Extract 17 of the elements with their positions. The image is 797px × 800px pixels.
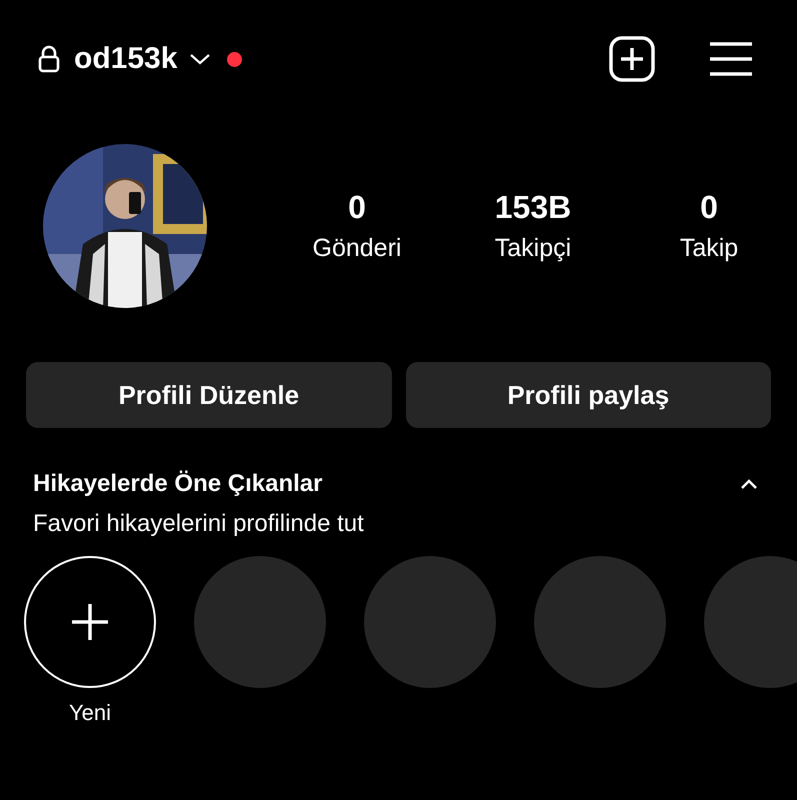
plus-icon xyxy=(70,602,110,642)
stat-label: Gönderi xyxy=(312,234,402,263)
chevron-down-icon[interactable] xyxy=(189,52,212,66)
stat-count: 0 xyxy=(348,189,366,226)
highlight-label: Yeni xyxy=(68,700,111,726)
stat-count: 0 xyxy=(700,189,718,226)
highlights-subtitle: Favori hikayelerini profilinde tut xyxy=(32,509,365,538)
username[interactable]: od153k xyxy=(74,42,178,76)
highlights-title: Hikayelerde Öne Çıkanlar xyxy=(33,470,322,498)
add-icon[interactable] xyxy=(609,36,655,82)
menu-icon[interactable] xyxy=(710,41,752,77)
stat-label: Takipçi xyxy=(494,234,572,263)
profile-button[interactable]: Profili Düzenle xyxy=(26,362,392,428)
caret-icon[interactable] xyxy=(739,478,759,490)
profile-button[interactable]: Profili paylaş xyxy=(406,362,771,428)
stat-count: 153B xyxy=(494,189,572,226)
stat-label: Takip xyxy=(680,234,738,263)
